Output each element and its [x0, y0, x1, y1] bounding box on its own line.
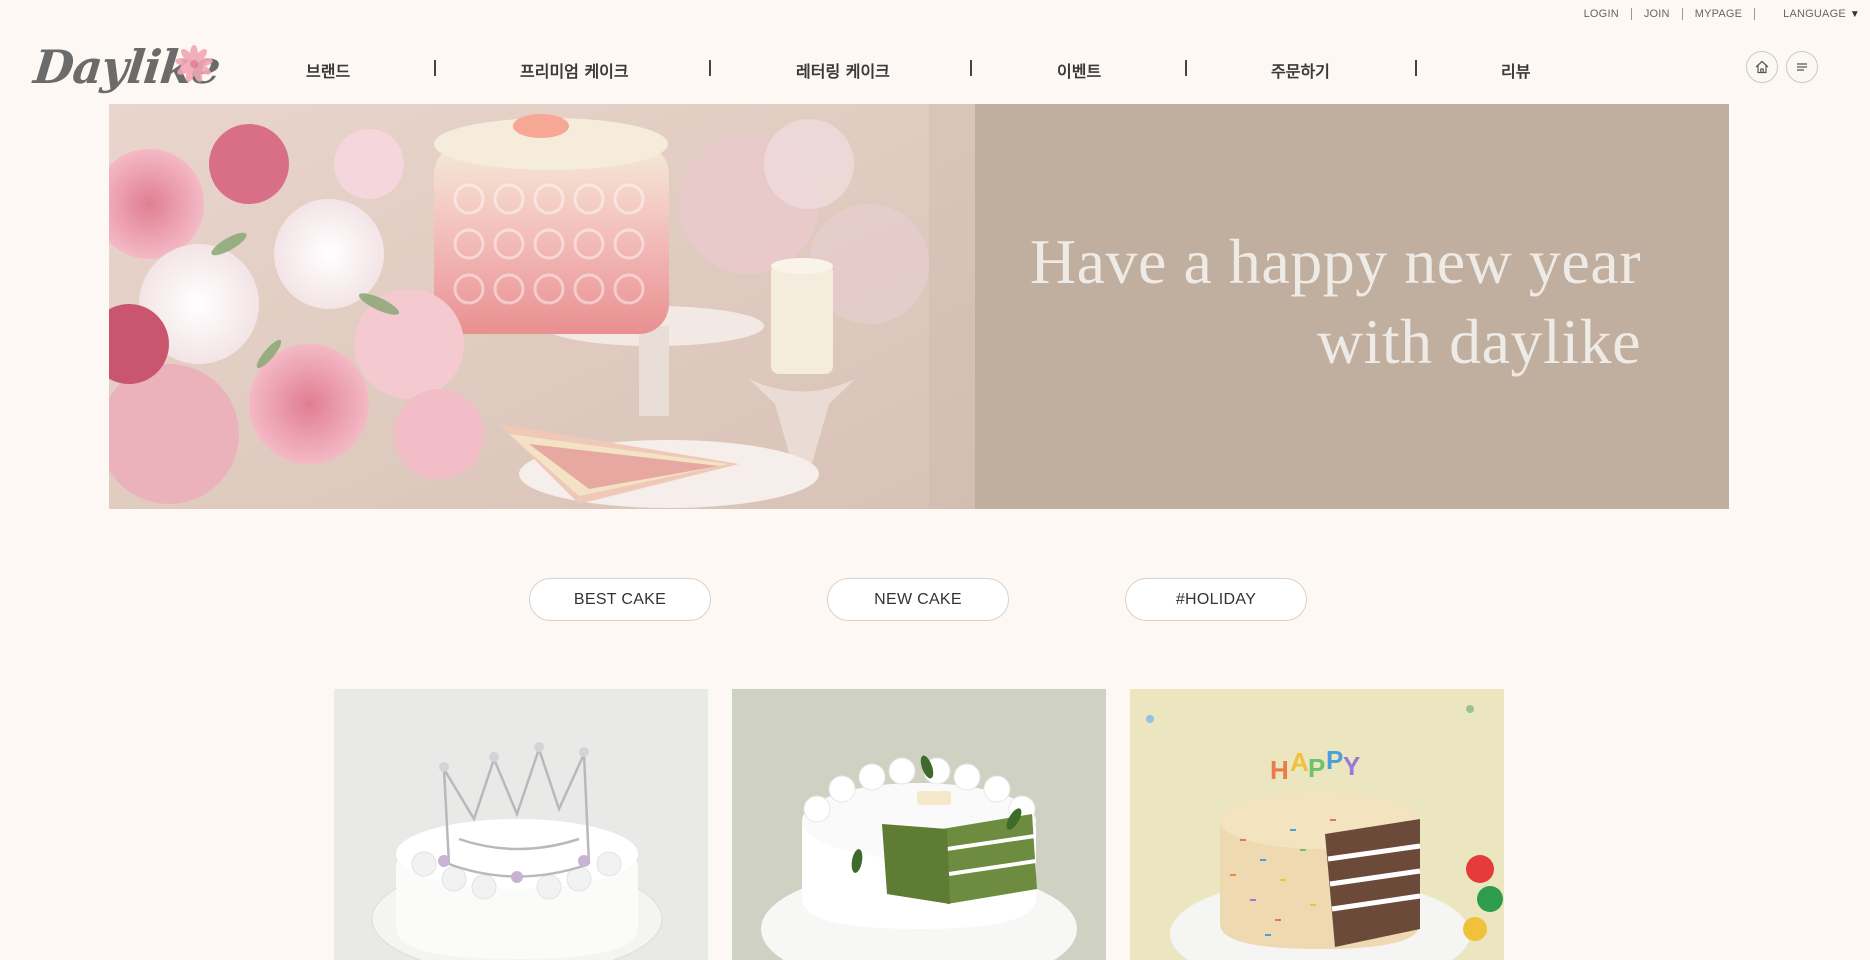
divider	[1754, 8, 1756, 20]
product-card[interactable]: HA PP Y	[1130, 689, 1504, 960]
caret-down-icon: ▼	[1849, 9, 1860, 20]
nav-divider	[1185, 60, 1187, 76]
language-dropdown[interactable]: LANGUAGE ▼	[1783, 8, 1860, 20]
nav-item-lettering-cake[interactable]: 레터링 케이크	[796, 58, 890, 82]
menu-button[interactable]	[1786, 51, 1818, 83]
tab-new-cake[interactable]: NEW CAKE	[827, 578, 1009, 621]
crown-cake-image	[334, 689, 708, 960]
hero-cake-photo	[109, 104, 975, 509]
header-icons	[1746, 51, 1818, 83]
product-card[interactable]	[732, 689, 1106, 960]
hero-headline: Have a happy new year with daylike	[1030, 222, 1641, 382]
nav-item-event[interactable]: 이벤트	[1057, 58, 1101, 82]
svg-text:Y: Y	[1343, 751, 1360, 781]
tab-best-cake[interactable]: BEST CAKE	[529, 578, 711, 621]
svg-text:P: P	[1308, 753, 1325, 783]
divider	[1681, 8, 1683, 20]
product-card[interactable]	[334, 689, 708, 960]
nav-item-order[interactable]: 주문하기	[1271, 58, 1330, 82]
nav-item-brand[interactable]: 브랜드	[306, 58, 350, 82]
svg-text:A: A	[1290, 747, 1309, 777]
hero-line-1: Have a happy new year	[1029, 226, 1641, 297]
login-link[interactable]: LOGIN	[1584, 8, 1619, 20]
nav-item-premium-cake[interactable]: 프리미엄 케이크	[520, 58, 629, 82]
home-button[interactable]	[1746, 51, 1778, 83]
nav-divider	[709, 60, 711, 76]
svg-text:P: P	[1326, 745, 1343, 775]
divider	[1630, 8, 1632, 20]
main-nav: 브랜드 프리미엄 케이크 레터링 케이크 이벤트 주문하기 리뷰	[280, 52, 1580, 82]
menu-icon	[1797, 63, 1807, 71]
home-icon	[1755, 60, 1769, 74]
nav-divider	[434, 60, 436, 76]
nav-divider	[970, 60, 972, 76]
logo[interactable]: Daylike	[31, 40, 222, 94]
svg-text:H: H	[1270, 755, 1289, 785]
matcha-cake-image	[732, 689, 1106, 960]
mypage-link[interactable]: MYPAGE	[1695, 8, 1742, 20]
language-label: LANGUAGE	[1783, 8, 1846, 20]
utility-bar: LOGIN JOIN MYPAGE LANGUAGE ▼	[1584, 8, 1860, 20]
nav-divider	[1415, 60, 1417, 76]
sprinkle-cake-image: HA PP Y	[1130, 689, 1504, 960]
nav-item-review[interactable]: 리뷰	[1501, 58, 1530, 82]
tab-holiday[interactable]: #HOLIDAY	[1125, 578, 1307, 621]
hero-line-2: with daylike	[1316, 306, 1641, 377]
flower-icon	[175, 45, 213, 82]
hero-banner[interactable]: Have a happy new year with daylike	[109, 104, 1729, 509]
join-link[interactable]: JOIN	[1644, 8, 1670, 20]
